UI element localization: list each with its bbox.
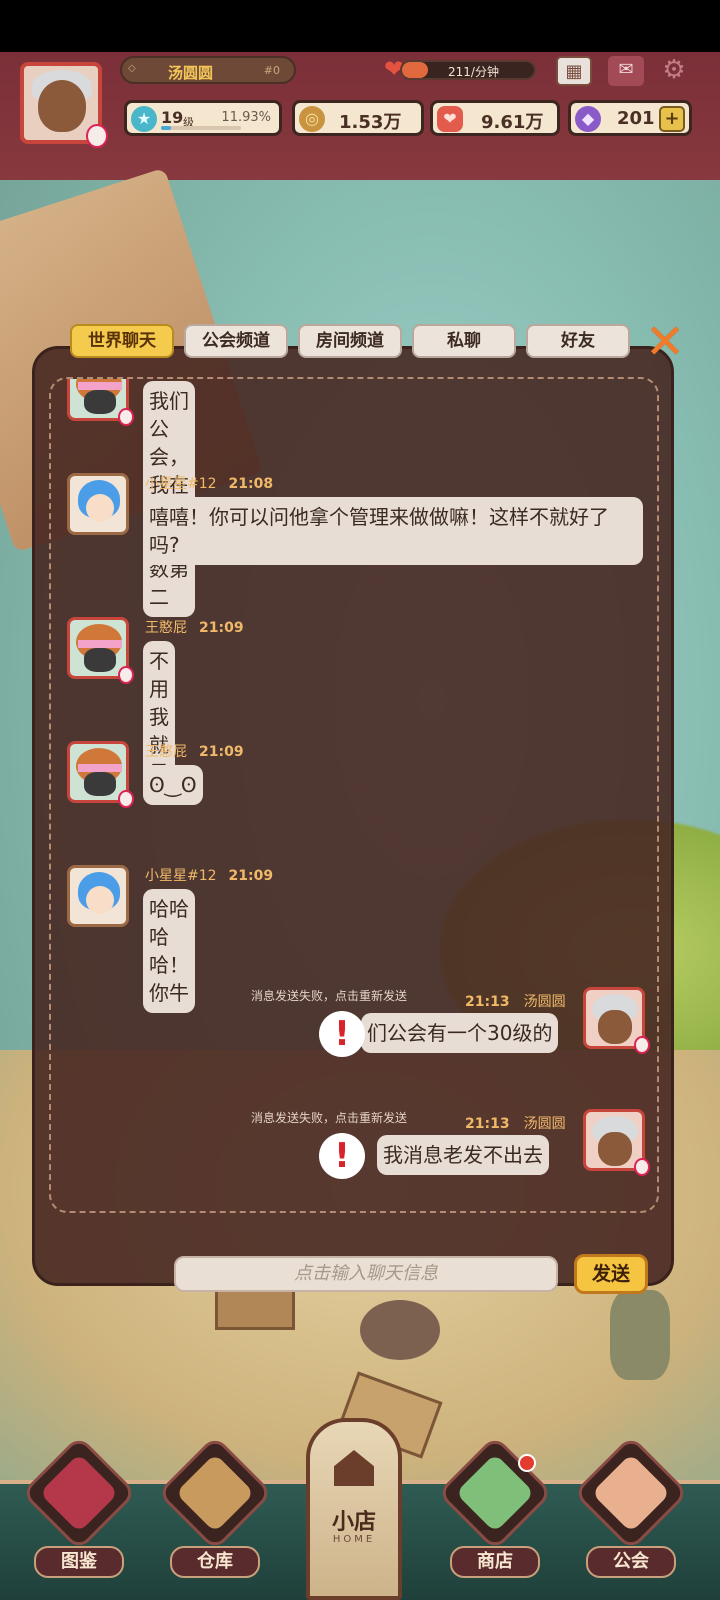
add-gems-button[interactable]: + — [659, 106, 685, 132]
avatar[interactable] — [583, 987, 650, 1054]
message-time: 21:13 — [465, 1116, 510, 1132]
heart-icon: ❤ — [437, 106, 463, 132]
message-time: 21:08 — [228, 476, 274, 492]
message-meta: 王憨屁 21:09 — [145, 617, 244, 637]
mail-icon[interactable]: ✉ — [608, 56, 644, 86]
bunny-badge-icon — [634, 1158, 650, 1176]
nav-warehouse[interactable]: 仓库 — [157, 1435, 273, 1586]
nav-shop[interactable]: 商店 — [437, 1435, 553, 1586]
gem-counter[interactable]: ◆ 201 + — [568, 100, 692, 136]
heart-counter[interactable]: ❤ 9.61万 — [430, 100, 560, 136]
sender-name: 小星星#12 — [145, 868, 217, 884]
close-icon[interactable]: ✕ — [642, 318, 688, 366]
chat-tabs: 世界聊天 公会频道 房间频道 私聊 好友 — [70, 324, 710, 360]
message-bubble: 哈哈哈哈！你牛 — [143, 889, 195, 1013]
sender-name: 王憨屁 — [145, 620, 187, 636]
income-rate-bar: 211/分钟 — [400, 60, 536, 80]
arrow-icon: ◇ — [128, 63, 136, 74]
message-bubble: 们公会有一个30级的 — [361, 1013, 559, 1053]
house-icon — [334, 1450, 374, 1486]
tab-world-chat[interactable]: 世界聊天 — [70, 324, 174, 358]
notification-dot — [518, 1454, 536, 1472]
level-percent: 11.93% — [221, 110, 271, 125]
star-icon: ★ — [131, 106, 157, 132]
bunny-badge-icon — [118, 790, 134, 808]
message-bubble: 嘻嘻！你可以问他拿个管理来做做嘛！这样不就好了吗? — [143, 497, 643, 565]
message-meta: 小星星#12 21:08 — [145, 473, 273, 493]
message-meta: 21:13 汤圆圆 — [465, 1113, 566, 1133]
avatar[interactable] — [67, 473, 129, 535]
message-time: 21:13 — [465, 994, 510, 1010]
player-name: 汤圆圆 — [168, 64, 214, 82]
nav-guild-label: 公会 — [586, 1546, 676, 1578]
send-failed-note[interactable]: 消息发送失败，点击重新发送 — [251, 1109, 407, 1126]
resend-alert-icon[interactable]: ! — [319, 1011, 365, 1057]
nav-guild[interactable]: 公会 — [573, 1435, 689, 1586]
nav-home-sublabel: HOME — [332, 1534, 376, 1545]
coin-value: 1.53万 — [339, 112, 402, 133]
bunny-badge-icon — [86, 124, 108, 148]
send-failed-note[interactable]: 消息发送失败，点击重新发送 — [251, 987, 407, 1004]
message-time: 21:09 — [199, 620, 244, 636]
heart-value: 9.61万 — [481, 112, 544, 133]
message-meta: 21:13 汤圆圆 — [465, 991, 566, 1011]
sender-name: 小星星#12 — [145, 476, 217, 492]
xp-bar — [161, 126, 241, 130]
income-rate-text: 211/分钟 — [448, 65, 499, 79]
send-button[interactable]: 发送 — [574, 1254, 648, 1294]
player-uid: #0 — [263, 64, 280, 77]
player-avatar[interactable] — [20, 62, 108, 148]
sender-name: 王憨屁 — [145, 744, 187, 760]
tab-room-channel[interactable]: 房间频道 — [298, 324, 402, 358]
barrel — [360, 1300, 440, 1360]
message-meta: 王憨屁 21:09 — [145, 741, 244, 761]
nav-home-label: 小店 — [331, 1510, 376, 1535]
tab-guild-channel[interactable]: 公会频道 — [184, 324, 288, 358]
avatar[interactable] — [583, 1109, 650, 1176]
level-display[interactable]: ★ 19 级 11.93% — [124, 100, 282, 136]
nav-shop-label: 商店 — [450, 1546, 540, 1578]
bunny-badge-icon — [634, 1036, 650, 1054]
calendar-icon[interactable]: ▦ — [556, 56, 592, 86]
tab-friends[interactable]: 好友 — [526, 324, 630, 358]
store-icon — [437, 1435, 553, 1551]
people-icon — [573, 1435, 689, 1551]
avatar[interactable] — [67, 617, 134, 684]
player-name-plate[interactable]: ◇ 汤圆圆 #0 — [120, 56, 296, 84]
system-status-bar — [0, 0, 720, 52]
nav-warehouse-label: 仓库 — [170, 1546, 260, 1578]
resend-alert-icon[interactable]: ! — [319, 1133, 365, 1179]
chat-input[interactable]: 点击输入聊天信息 — [174, 1256, 558, 1292]
level-value: 19 — [161, 108, 184, 127]
message-bubble: 我消息老发不出去 — [377, 1135, 549, 1175]
coin-counter[interactable]: ◎ 1.53万 — [292, 100, 424, 136]
bunny-badge-icon — [118, 408, 134, 426]
message-meta: 小星星#12 21:09 — [145, 865, 273, 885]
box-icon — [157, 1435, 273, 1551]
gem-value: 201 — [617, 108, 655, 129]
income-rate-fill — [402, 62, 429, 78]
nav-home[interactable]: 小店 HOME — [306, 1418, 402, 1600]
chat-panel: 我们公会，我在里面排倒数第二 小星星#1221:08 嘻嘻！你可以问他拿个管理来… — [32, 346, 674, 1286]
book-icon — [21, 1435, 137, 1551]
gear-icon[interactable]: ⚙ — [656, 56, 692, 86]
nav-codex-label: 图鉴 — [34, 1546, 124, 1578]
gem-icon: ◆ — [575, 106, 601, 132]
avatar[interactable] — [67, 379, 134, 426]
xp-fill — [161, 126, 171, 130]
tab-private-chat[interactable]: 私聊 — [412, 324, 516, 358]
bunny-badge-icon — [118, 666, 134, 684]
message-time: 21:09 — [199, 744, 244, 760]
nav-codex[interactable]: 图鉴 — [21, 1435, 137, 1586]
coin-icon: ◎ — [299, 106, 325, 132]
chat-message-list[interactable]: 我们公会，我在里面排倒数第二 小星星#1221:08 嘻嘻！你可以问他拿个管理来… — [49, 377, 659, 1213]
sender-name: 汤圆圆 — [523, 1116, 566, 1132]
avatar[interactable] — [67, 865, 129, 927]
avatar[interactable] — [67, 741, 134, 808]
sender-name: 汤圆圆 — [523, 994, 566, 1010]
message-bubble: ʘ‿ʘ — [143, 765, 203, 805]
message-time: 21:09 — [228, 868, 274, 884]
stone-pillar — [610, 1290, 670, 1380]
